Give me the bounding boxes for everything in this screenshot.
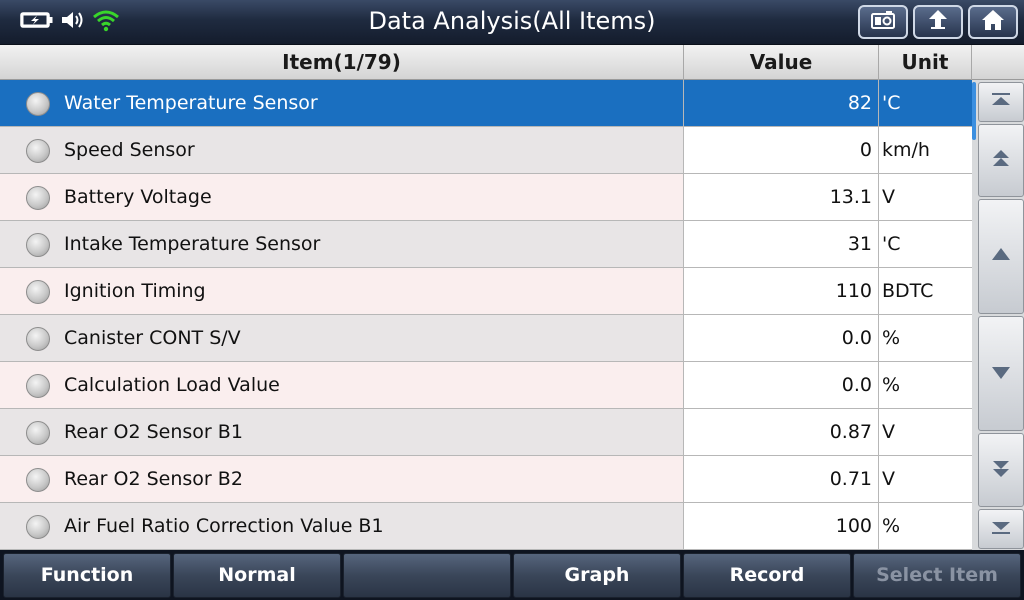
- arrow-up-icon: [990, 244, 1012, 270]
- item-unit: BDTC: [879, 268, 972, 314]
- radio-icon[interactable]: [26, 92, 50, 116]
- radio-icon[interactable]: [26, 374, 50, 398]
- table-row[interactable]: Water Temperature Sensor 82 'C: [0, 80, 972, 127]
- item-cell: Canister CONT S/V: [0, 315, 684, 361]
- item-name: Canister CONT S/V: [64, 327, 241, 349]
- item-name: Rear O2 Sensor B1: [64, 421, 243, 443]
- item-cell: Water Temperature Sensor: [0, 80, 684, 126]
- item-cell: Ignition Timing: [0, 268, 684, 314]
- radio-icon[interactable]: [26, 186, 50, 210]
- table-row[interactable]: Rear O2 Sensor B1 0.87 V: [0, 409, 972, 456]
- item-cell: Calculation Load Value: [0, 362, 684, 408]
- radio-icon[interactable]: [26, 327, 50, 351]
- item-value: 0.87: [684, 409, 879, 455]
- title-bar: Data Analysis(All Items): [0, 0, 1024, 45]
- bottom-toolbar: Function Normal Graph Record Select Item: [0, 550, 1024, 600]
- item-value: 0: [684, 127, 879, 173]
- item-unit: %: [879, 362, 972, 408]
- item-unit: km/h: [879, 127, 972, 173]
- item-value: 82: [684, 80, 879, 126]
- home-icon: [980, 8, 1006, 36]
- double-chevron-up-icon: [990, 148, 1012, 174]
- back-arrow-icon: [925, 8, 951, 36]
- item-name: Air Fuel Ratio Correction Value B1: [64, 515, 384, 537]
- scroll-down-button[interactable]: [978, 316, 1024, 431]
- page-down-button[interactable]: [978, 433, 1024, 507]
- item-name: Speed Sensor: [64, 139, 195, 161]
- item-name: Intake Temperature Sensor: [64, 233, 321, 255]
- item-unit: V: [879, 409, 972, 455]
- item-value: 13.1: [684, 174, 879, 220]
- item-value: 0.71: [684, 456, 879, 502]
- table-row[interactable]: Battery Voltage 13.1 V: [0, 174, 972, 221]
- item-unit: 'C: [879, 80, 972, 126]
- page-up-button[interactable]: [978, 124, 1024, 197]
- item-name: Battery Voltage: [64, 186, 212, 208]
- table-row[interactable]: Calculation Load Value 0.0 %: [0, 362, 972, 409]
- item-unit: 'C: [879, 221, 972, 267]
- table-row[interactable]: Rear O2 Sensor B2 0.71 V: [0, 456, 972, 503]
- item-value: 0.0: [684, 315, 879, 361]
- item-value: 31: [684, 221, 879, 267]
- item-value: 110: [684, 268, 879, 314]
- item-cell: Air Fuel Ratio Correction Value B1: [0, 503, 684, 549]
- item-name: Calculation Load Value: [64, 374, 280, 396]
- table-row[interactable]: Air Fuel Ratio Correction Value B1 100 %: [0, 503, 972, 550]
- item-value: 0.0: [684, 362, 879, 408]
- item-name: Ignition Timing: [64, 280, 206, 302]
- graph-button[interactable]: Graph: [513, 553, 681, 598]
- item-value: 100: [684, 503, 879, 549]
- table-row[interactable]: Intake Temperature Sensor 31 'C: [0, 221, 972, 268]
- table-row[interactable]: Canister CONT S/V 0.0 %: [0, 315, 972, 362]
- item-unit: %: [879, 503, 972, 549]
- table-row[interactable]: Ignition Timing 110 BDTC: [0, 268, 972, 315]
- radio-icon[interactable]: [26, 139, 50, 163]
- double-chevron-down-icon: [990, 457, 1012, 483]
- scroll-top-button[interactable]: [978, 82, 1024, 122]
- item-cell: Battery Voltage: [0, 174, 684, 220]
- select-item-button[interactable]: Select Item: [853, 553, 1021, 598]
- column-header-value: Value: [684, 45, 879, 80]
- column-header-unit: Unit: [879, 45, 972, 80]
- normal-button[interactable]: Normal: [173, 553, 341, 598]
- camera-icon: [870, 8, 896, 36]
- home-button[interactable]: [968, 5, 1018, 39]
- item-unit: V: [879, 174, 972, 220]
- table-row[interactable]: Speed Sensor 0 km/h: [0, 127, 972, 174]
- back-button[interactable]: [913, 5, 963, 39]
- scroll-to-top-icon: [990, 89, 1012, 115]
- item-cell: Rear O2 Sensor B2: [0, 456, 684, 502]
- data-list: Water Temperature Sensor 82 'C Speed Sen…: [0, 80, 972, 550]
- item-name: Rear O2 Sensor B2: [64, 468, 243, 490]
- radio-icon[interactable]: [26, 468, 50, 492]
- scroll-up-button[interactable]: [978, 199, 1024, 314]
- column-header-item: Item(1/79): [0, 45, 684, 80]
- column-header-spacer: [972, 45, 1024, 80]
- item-unit: %: [879, 315, 972, 361]
- item-cell: Speed Sensor: [0, 127, 684, 173]
- item-name: Water Temperature Sensor: [64, 92, 318, 114]
- scroll-bottom-button[interactable]: [978, 509, 1024, 549]
- radio-icon[interactable]: [26, 233, 50, 257]
- blank-button[interactable]: [343, 553, 511, 598]
- radio-icon[interactable]: [26, 515, 50, 539]
- radio-icon[interactable]: [26, 280, 50, 304]
- screenshot-button[interactable]: [858, 5, 908, 39]
- item-unit: V: [879, 456, 972, 502]
- function-button[interactable]: Function: [3, 553, 171, 598]
- arrow-down-icon: [990, 361, 1012, 387]
- record-button[interactable]: Record: [683, 553, 851, 598]
- table-header: Item(1/79) Value Unit: [0, 45, 1024, 80]
- item-cell: Rear O2 Sensor B1: [0, 409, 684, 455]
- scroll-to-bottom-icon: [990, 516, 1012, 542]
- radio-icon[interactable]: [26, 421, 50, 445]
- scrollbar-thumb[interactable]: [972, 82, 976, 140]
- item-cell: Intake Temperature Sensor: [0, 221, 684, 267]
